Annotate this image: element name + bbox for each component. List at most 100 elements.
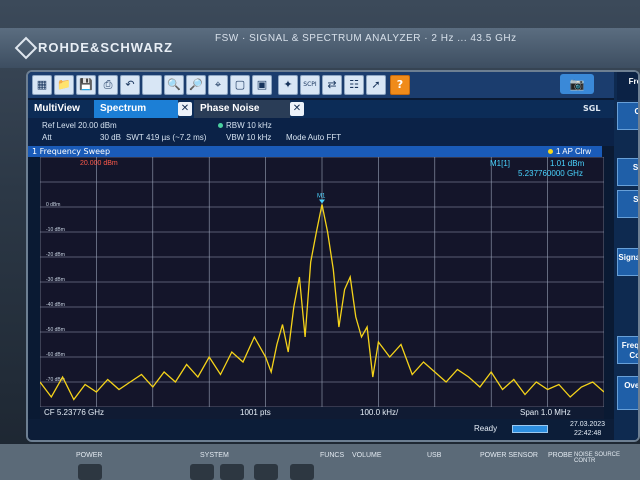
toolbar: ▦ 📁 💾 ⎙ ↶ 🔍 🔎 ⌖ ▢ ▣ ✦ SCPI ⇄ ☷ ➚ ? 📷 [28, 72, 638, 98]
softkey-frequency-title-label: Freque [628, 77, 640, 86]
mode-value: Auto FFT [307, 133, 342, 142]
scpi-icon[interactable]: SCPI [300, 75, 320, 95]
blank-icon[interactable] [142, 75, 162, 95]
sequencer-icon[interactable]: ⇄ [322, 75, 342, 95]
softkey-overview-label: Overview [624, 381, 640, 390]
single-sweep-indicator: SGL [583, 104, 601, 113]
analyzer-screen: ▦ 📁 💾 ⎙ ↶ 🔍 🔎 ⌖ ▢ ▣ ✦ SCPI ⇄ ☷ ➚ ? 📷 Mul… [26, 70, 640, 442]
tab-spectrum[interactable]: Spectrum [94, 100, 178, 118]
brand-label: ROHDE&SCHWARZ [38, 40, 174, 55]
softkey-frequency-config[interactable]: Frequency Config [617, 336, 640, 364]
marker-m1-tag: M1 [317, 194, 326, 200]
open-icon[interactable]: 📁 [54, 75, 74, 95]
softkey-frequency-title: Freque [617, 72, 640, 100]
power-button[interactable] [78, 464, 102, 480]
display-icon[interactable]: ▢ [230, 75, 250, 95]
swt-value: 419 µs (~7.2 ms) [146, 133, 207, 142]
sweep-title: 1 Frequency Sweep [32, 147, 111, 156]
transducer-icon[interactable]: ✦ [278, 75, 298, 95]
mode-label: Mode [286, 133, 307, 142]
softkey-signal-track-label: Signal Track [618, 253, 640, 262]
panel-label-probe: PROBE [548, 452, 573, 459]
frequency-info-bar: CF 5.23776 GHz 1001 pts 100.0 kHz/ Span … [40, 407, 604, 419]
y-tick-label: 0 dBm [46, 202, 60, 208]
trace-indicator: 1 AP Clrw [548, 147, 591, 156]
status-bar: Ready 27.03.2023 22:42:48 [28, 419, 638, 440]
panel-label-power-sensor: POWER SENSOR [480, 452, 538, 459]
softkey-start-label: Start [632, 163, 639, 172]
close-spectrum-tab-icon[interactable]: ✕ [178, 102, 192, 116]
y-tick-label: -50 dBm [46, 327, 65, 333]
softkey-center[interactable]: Cen [617, 102, 640, 130]
ref-level: Ref Level 20.00 dBm [42, 121, 117, 130]
tab-bar: MultiView Spectrum ✕ Phase Noise ✕ [28, 100, 618, 118]
att-label: Att [42, 133, 52, 142]
close-phase-noise-tab-icon[interactable]: ✕ [290, 102, 304, 116]
panel-label-system: SYSTEM [200, 452, 229, 459]
softkey-start[interactable]: Start [617, 158, 639, 186]
system-button[interactable] [190, 464, 214, 480]
marker-m1-symbol[interactable] [319, 199, 325, 204]
reference-level-label: 20.000 dBm [80, 160, 118, 167]
save-icon[interactable]: 💾 [76, 75, 96, 95]
softkey-center-label: Cen [634, 107, 640, 116]
softkey-stop-label: Stop [633, 195, 639, 204]
panel-label-volume: VOLUME [352, 452, 382, 459]
rbw-label: RBW [226, 121, 245, 130]
marker-table-icon[interactable]: ☷ [344, 75, 364, 95]
model-label: FSW · SIGNAL & SPECTRUM ANALYZER · 2 Hz … [215, 33, 517, 44]
marker-frequency: 5.237760000 GHz [518, 169, 583, 178]
status-time: 22:42:48 [574, 430, 602, 437]
print-icon[interactable]: ⎙ [98, 75, 118, 95]
zoom-out-icon[interactable]: ⌖ [208, 75, 228, 95]
mode-setting: Mode Auto FFT [286, 133, 341, 142]
system-button-4[interactable] [290, 464, 314, 480]
marker-level: 1.01 dBm [550, 159, 585, 168]
system-button-2[interactable] [220, 464, 244, 480]
tab-phase-noise[interactable]: Phase Noise [194, 100, 290, 118]
measurement-settings: Ref Level 20.00 dBm Att 30 dB SWT 419 µs… [28, 118, 618, 146]
panel-label-funcs: FUNCS [320, 452, 345, 459]
frequency-per-division: 100.0 kHz/ [360, 408, 399, 417]
marker-label: M1[1] [490, 159, 511, 168]
vbw-setting: VBW 10 kHz [226, 133, 271, 142]
rbw-setting: RBW 10 kHz [218, 121, 272, 130]
help-pointer-icon[interactable]: ➚ [366, 75, 386, 95]
trace-label: 1 AP Clrw [556, 147, 591, 156]
sweep-points: 1001 pts [240, 408, 271, 417]
softkey-stop[interactable]: Stop [617, 190, 639, 218]
softkey-panel: Freque Cen Start Stop Signal Track Frequ… [614, 72, 640, 440]
vbw-label: VBW [226, 133, 245, 142]
att-value: 30 dB [100, 133, 121, 142]
status-ready: Ready [474, 424, 498, 433]
vbw-value: 10 kHz [246, 133, 272, 142]
softkey-frequency-config-label: Frequency Config [621, 341, 640, 360]
undo-icon[interactable]: ↶ [120, 75, 140, 95]
y-tick-label: -30 dBm [46, 277, 65, 283]
softkey-overview[interactable]: Overview [617, 376, 640, 410]
span-value: Span 1.0 MHz [520, 408, 571, 417]
panel-label-power: POWER [76, 452, 103, 459]
screenshot-camera-icon[interactable]: 📷 [560, 74, 594, 94]
swt-label: SWT [126, 133, 144, 142]
y-tick-label: -10 dBm [46, 227, 65, 233]
y-tick-label: -40 dBm [46, 302, 65, 308]
softkey-signal-track[interactable]: Signal Track [617, 248, 640, 276]
spectrum-svg: 20.000 dBm 0 dBm -10 dBm -20 dBm -30 dBm -40 … [40, 157, 604, 407]
rbw-value: 10 kHz [246, 121, 272, 130]
sweep-header: 1 Frequency Sweep 1 AP Clrw [28, 146, 602, 157]
zoom-icon[interactable]: 🔍 [164, 75, 184, 95]
window-icon[interactable]: ▣ [252, 75, 272, 95]
zoom-multi-icon[interactable]: 🔎 [186, 75, 206, 95]
panel-label-usb: USB [427, 452, 442, 459]
system-button-3[interactable] [254, 464, 278, 480]
tab-multiview[interactable]: MultiView [28, 100, 94, 118]
spectrum-plot[interactable]: 20.000 dBm 0 dBm -10 dBm -20 dBm -30 dBm -40 … [40, 157, 604, 407]
y-tick-label: -60 dBm [46, 352, 65, 358]
panel-label-noise-source: NOISE SOURCE CONTR [574, 452, 621, 464]
center-frequency: CF 5.23776 GHz [44, 408, 105, 417]
sweep-progress-bar [512, 425, 548, 433]
y-tick-label: -20 dBm [46, 252, 65, 258]
windows-icon[interactable]: ▦ [32, 75, 52, 95]
help-icon[interactable]: ? [390, 75, 410, 95]
